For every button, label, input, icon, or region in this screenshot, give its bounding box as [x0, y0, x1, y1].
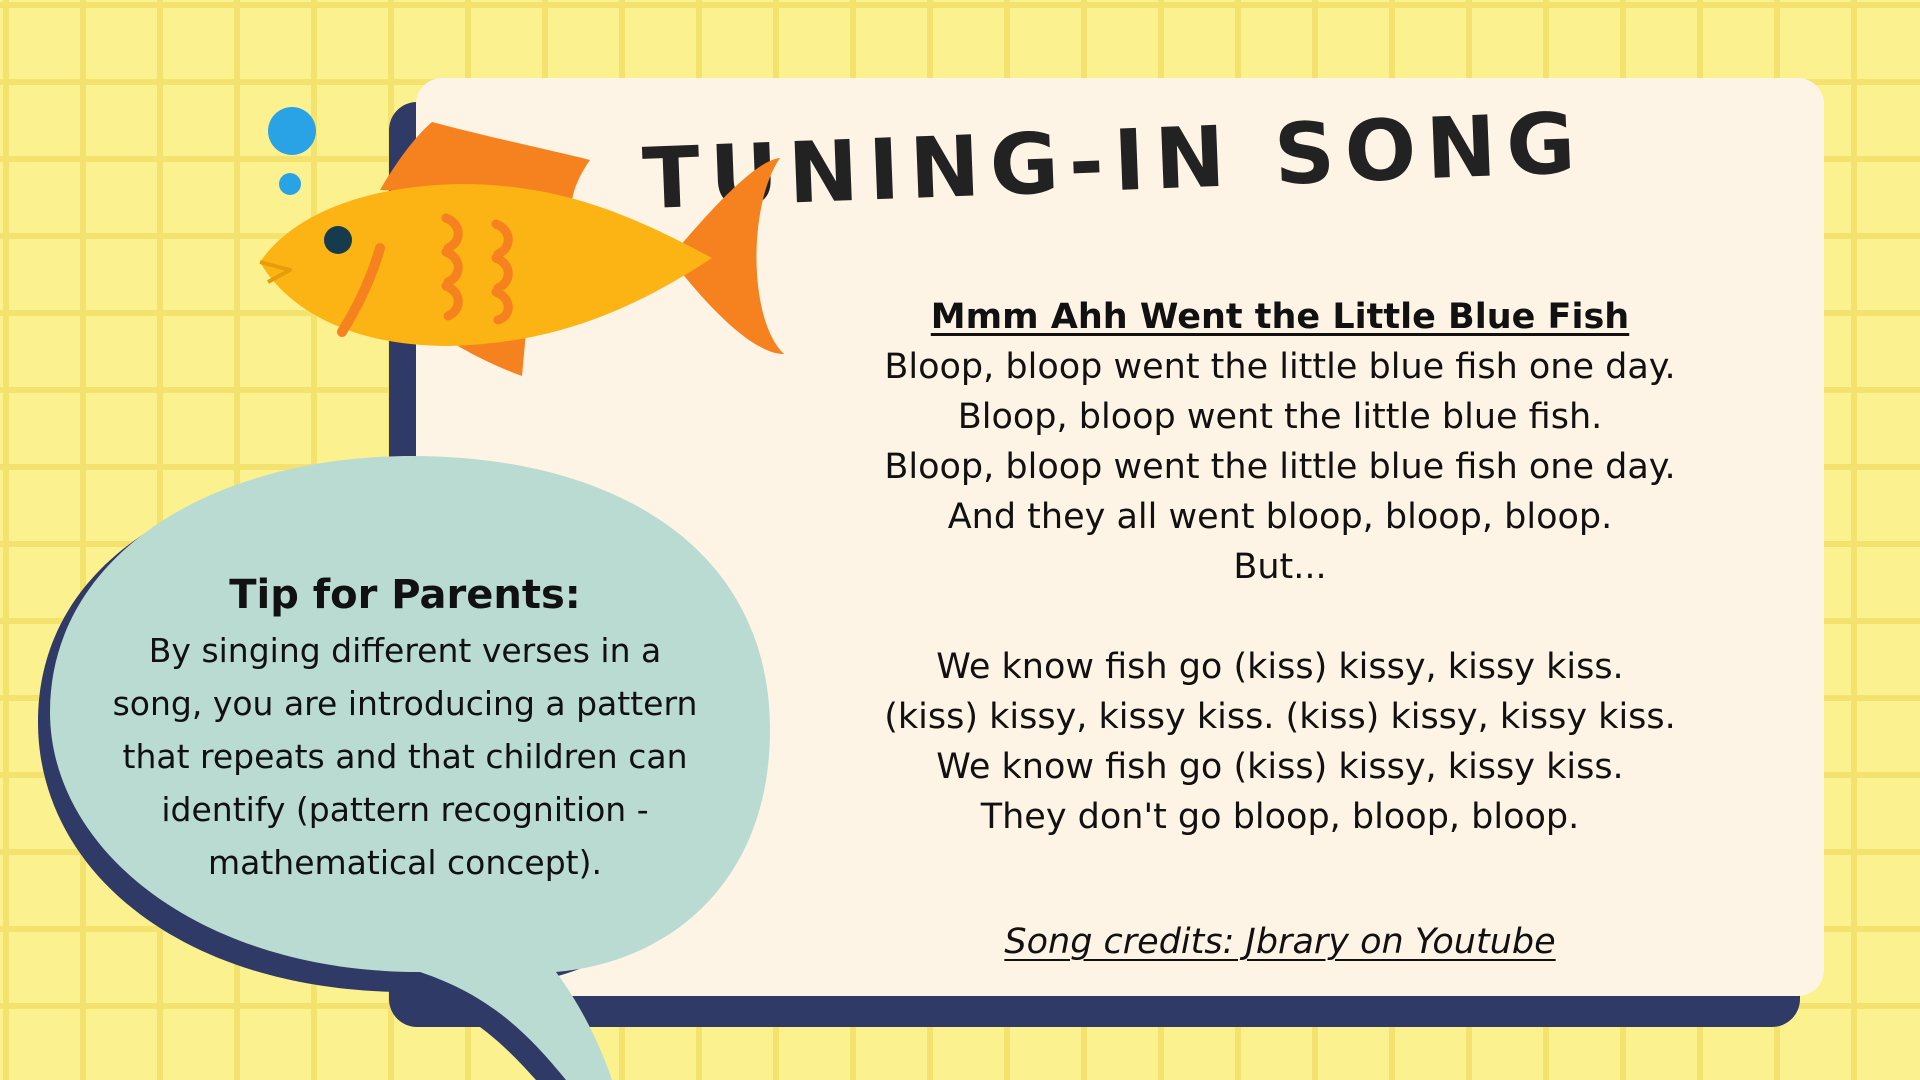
verse2-line: We know fish go (kiss) kissy, kissy kiss…: [936, 647, 1624, 687]
goldfish-icon: [259, 107, 784, 376]
verse2-line: (kiss) kissy, kissy kiss. (kiss) kissy, …: [884, 697, 1676, 737]
song-lyrics: Mmm Ahh Went the Little Blue Fish Bloop,…: [820, 292, 1740, 842]
fish-body: [260, 184, 712, 346]
verse2-line: We know fish go (kiss) kissy, kissy kiss…: [936, 747, 1624, 787]
bubbles-icon: [268, 107, 316, 195]
verse2-line: They don't go bloop, bloop, bloop.: [980, 797, 1580, 837]
verse1-line: Bloop, bloop went the little blue fish.: [957, 397, 1603, 437]
verse1-line: Bloop, bloop went the little blue fish o…: [884, 347, 1676, 387]
tip-text: By singing different verses in a song, y…: [112, 631, 698, 882]
verse-gap: [820, 592, 1740, 642]
verse1-line: Bloop, bloop went the little blue fish o…: [884, 447, 1676, 487]
verse1-line: But...: [1233, 547, 1327, 587]
tip-for-parents: Tip for Parents: By singing different ve…: [70, 566, 740, 889]
fish-eye: [324, 226, 352, 254]
verse1-line: And they all went bloop, bloop, bloop.: [947, 497, 1613, 537]
song-title: Mmm Ahh Went the Little Blue Fish: [930, 297, 1630, 337]
song-credits: Song credits: Jbrary on Youtube: [1004, 922, 1556, 962]
tip-title: Tip for Parents:: [229, 572, 581, 618]
